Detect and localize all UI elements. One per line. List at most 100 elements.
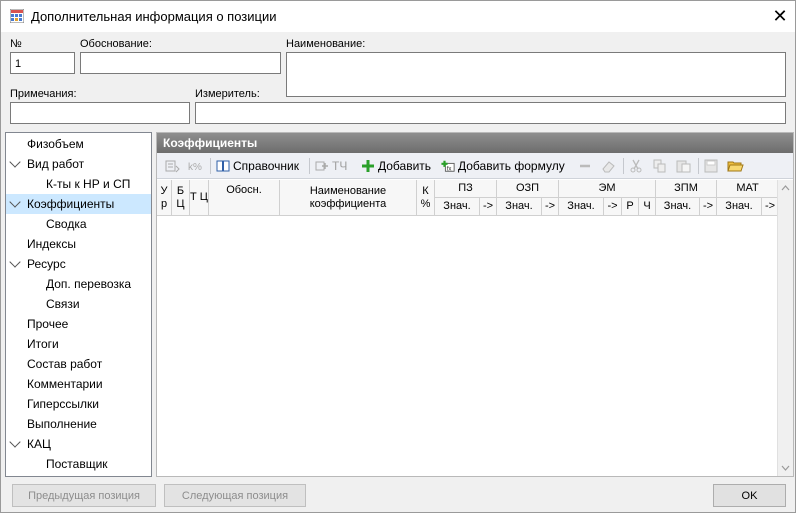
- unit-field[interactable]: [195, 102, 786, 124]
- minus-icon[interactable]: [578, 157, 592, 175]
- tree-item-kac[interactable]: КАЦ: [6, 434, 151, 454]
- name-field[interactable]: [286, 52, 786, 97]
- next-position-button[interactable]: Следующая позиция: [164, 484, 306, 507]
- col-header-bc[interactable]: Б Ц: [172, 180, 190, 216]
- tree-item-label: Доп. перевозка: [46, 277, 132, 291]
- tree-item-work-type[interactable]: Вид работ: [6, 154, 151, 174]
- tree-item-execution[interactable]: Выполнение: [6, 414, 151, 434]
- chevron-down-icon[interactable]: [9, 436, 21, 448]
- tree-item-label: Вид работ: [27, 157, 85, 171]
- tree-item-summary[interactable]: Сводка: [6, 214, 151, 234]
- chevron-down-icon[interactable]: [9, 256, 21, 268]
- panel-title: Коэффициенты: [157, 133, 793, 153]
- col-ozp-arrow[interactable]: ->: [542, 198, 559, 216]
- open-folder-icon[interactable]: [727, 157, 745, 175]
- tree-item-work-composition[interactable]: Состав работ: [6, 354, 151, 374]
- tree-item-indexes[interactable]: Индексы: [6, 234, 151, 254]
- tree-item-hyperlinks[interactable]: Гиперссылки: [6, 394, 151, 414]
- tree-item-label: Сводка: [46, 217, 87, 231]
- svg-text:k%: k%: [188, 162, 202, 173]
- tree-item-label: Выполнение: [27, 417, 97, 431]
- svg-text:fx: fx: [447, 165, 452, 172]
- tch-label: ТЧ: [332, 159, 348, 173]
- add-formula-button[interactable]: fx Добавить формулу: [441, 157, 565, 175]
- tree-item-label: Индексы: [27, 237, 76, 251]
- tree-item-extra-transport[interactable]: Доп. перевозка: [6, 274, 151, 294]
- col-zpm-value[interactable]: Знач.: [656, 198, 700, 216]
- col-header-basis[interactable]: Обосн.: [209, 180, 280, 216]
- tree-item-nr-sp-coefficients[interactable]: К-ты к НР и СП: [6, 174, 151, 194]
- tree-item-label: Поставщик: [46, 457, 108, 471]
- sections-tree: Физобъем Вид работ К-ты к НР и СП Коэффи…: [5, 132, 152, 477]
- tree-item-label: Прочее: [27, 317, 69, 331]
- tree-item-label: Связи: [46, 297, 80, 311]
- tree-item-links[interactable]: Связи: [6, 294, 151, 314]
- close-icon[interactable]: ✕: [765, 1, 795, 32]
- col-header-tc[interactable]: Т Ц: [190, 180, 209, 216]
- col-zpm-arrow[interactable]: ->: [700, 198, 717, 216]
- col-group-pz[interactable]: ПЗ: [435, 180, 497, 198]
- col-em-value[interactable]: Знач.: [559, 198, 604, 216]
- reference-label: Справочник: [233, 159, 299, 173]
- scroll-up-icon[interactable]: [778, 182, 793, 194]
- tree-item-comments[interactable]: Комментарии: [6, 374, 151, 394]
- save-icon[interactable]: [704, 157, 718, 175]
- add-button[interactable]: Добавить: [361, 157, 431, 175]
- notes-field[interactable]: [10, 102, 190, 124]
- title-bar: Дополнительная информация о позиции ✕: [1, 1, 795, 32]
- col-ozp-value[interactable]: Знач.: [497, 198, 542, 216]
- list-icon[interactable]: [165, 157, 181, 175]
- tree-item-other[interactable]: Прочее: [6, 314, 151, 334]
- tree-item-resource[interactable]: Ресурс: [6, 254, 151, 274]
- name-label: Наименование:: [286, 38, 366, 50]
- unit-label: Измеритель:: [195, 88, 260, 100]
- number-label: №: [10, 38, 22, 50]
- window-title: Дополнительная информация о позиции: [31, 9, 277, 24]
- tree-item-supplier[interactable]: Поставщик: [6, 454, 151, 474]
- tree-item-label: Гиперссылки: [27, 397, 99, 411]
- col-header-k-percent[interactable]: К %: [417, 180, 435, 216]
- col-group-mat[interactable]: МАТ: [717, 180, 779, 198]
- add-formula-label: Добавить формулу: [458, 159, 565, 173]
- tch-button[interactable]: ТЧ: [315, 157, 347, 175]
- percent-icon[interactable]: k%: [187, 157, 203, 175]
- chevron-down-icon[interactable]: [9, 196, 21, 208]
- tree-item-coefficients[interactable]: Коэффициенты: [6, 194, 151, 214]
- col-em-arrow[interactable]: ->: [604, 198, 622, 216]
- reference-button[interactable]: Справочник: [216, 157, 299, 175]
- ok-button[interactable]: OK: [713, 484, 786, 507]
- number-field[interactable]: 1: [10, 52, 75, 74]
- tree-item-label: К-ты к НР и СП: [46, 177, 131, 191]
- scroll-down-icon[interactable]: [778, 462, 793, 474]
- app-icon: [9, 8, 25, 24]
- coefficients-grid[interactable]: У р Б Ц Т Ц Обосн. Наименование коэффици…: [157, 180, 793, 476]
- toolbar: k% Справочник ТЧ Добавить fx Добавить фо…: [157, 153, 793, 179]
- vertical-scrollbar[interactable]: [777, 180, 793, 476]
- col-group-zpm[interactable]: ЗПМ: [656, 180, 717, 198]
- tree-item-physical-volume[interactable]: Физобъем: [6, 134, 151, 154]
- col-mat-value[interactable]: Знач.: [717, 198, 762, 216]
- formula-icon: fx: [441, 160, 455, 172]
- col-group-ozp[interactable]: ОЗП: [497, 180, 559, 198]
- chevron-down-icon[interactable]: [9, 156, 21, 168]
- justification-field[interactable]: [80, 52, 281, 74]
- tree-item-totals[interactable]: Итоги: [6, 334, 151, 354]
- col-header-coef-name[interactable]: Наименование коэффициента: [280, 180, 417, 216]
- tree-item-label: Ресурс: [27, 257, 66, 271]
- coefficients-panel: Коэффициенты k% Справочник ТЧ Добавить f…: [156, 132, 794, 477]
- col-em-r[interactable]: Р: [622, 198, 639, 216]
- tree-item-label: Физобъем: [27, 137, 84, 151]
- col-header-ur[interactable]: У р: [157, 180, 172, 216]
- tree-item-label: Комментарии: [27, 377, 103, 391]
- paste-icon[interactable]: [676, 157, 692, 175]
- col-group-em[interactable]: ЭМ: [559, 180, 656, 198]
- cut-icon[interactable]: [629, 157, 643, 175]
- book-icon: [216, 160, 230, 172]
- copy-icon[interactable]: [653, 157, 667, 175]
- tree-item-label: Итоги: [27, 337, 59, 351]
- previous-position-button[interactable]: Предыдущая позиция: [12, 484, 156, 507]
- col-pz-value[interactable]: Знач.: [435, 198, 480, 216]
- eraser-icon[interactable]: [600, 157, 616, 175]
- col-pz-arrow[interactable]: ->: [480, 198, 497, 216]
- col-em-ch[interactable]: Ч: [639, 198, 656, 216]
